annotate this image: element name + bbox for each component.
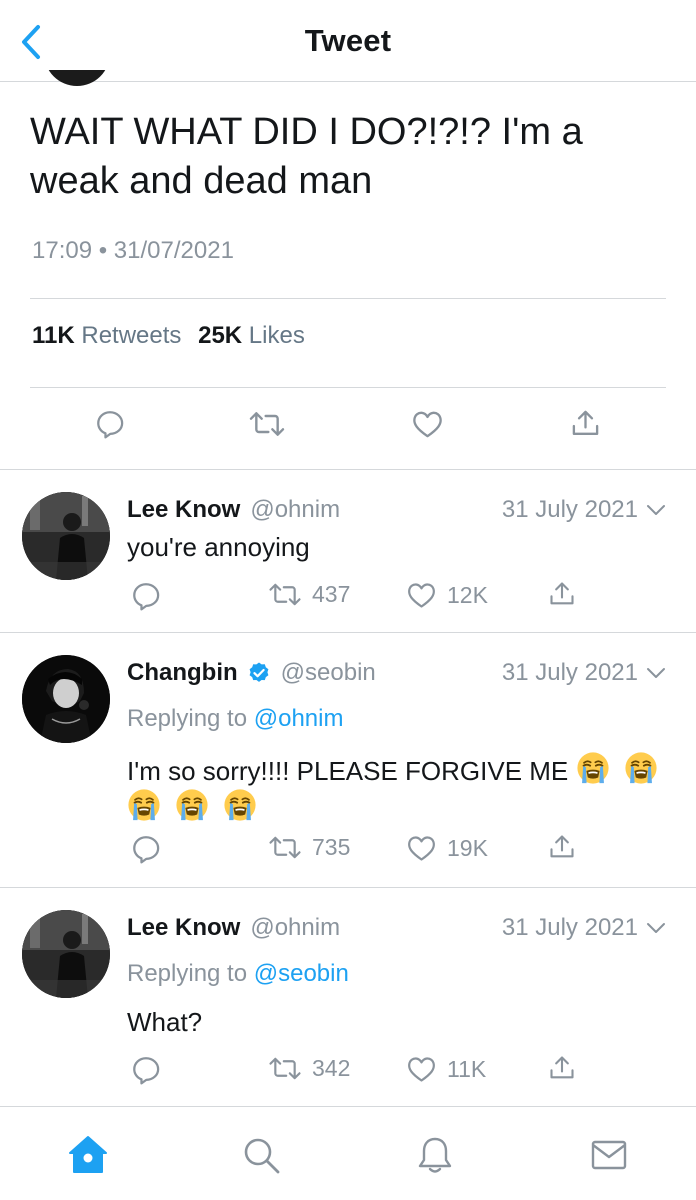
tab-search[interactable] [239,1133,283,1177]
retweets-stat[interactable]: 11K Retweets [32,322,181,349]
reply-text: you're annoying [127,532,310,562]
tab-messages[interactable] [587,1133,631,1177]
tweet-text: WAIT WHAT DID I DO?!?!? I'm a weak and d… [30,111,583,202]
loudly-crying-face-icon [175,788,209,822]
heart-icon [406,833,437,864]
share-icon [548,580,576,608]
reply-date: 31 July 2021 [502,496,666,524]
like-button[interactable]: 12K [406,580,488,611]
reply-tweet[interactable]: Lee Know @ohnim 31 July 2021 Replying to… [0,888,696,1106]
avatar-image [22,492,110,580]
chevron-down-icon[interactable] [646,922,666,934]
reply-button[interactable] [130,833,162,865]
tab-home[interactable] [66,1133,110,1177]
search-icon [244,1138,280,1174]
like-button[interactable]: 11K [406,1054,486,1085]
avatar[interactable] [22,492,110,580]
reply-button[interactable] [94,408,126,440]
retweet-icon [248,408,286,440]
share-icon [548,833,576,861]
mention-link[interactable]: @ohnim [254,705,344,732]
share-button[interactable] [548,1054,576,1082]
reply-author[interactable]: Changbin @seobin [127,659,376,687]
retweet-button[interactable]: 437 [268,580,350,609]
reply-button[interactable] [130,580,162,612]
verified-badge-icon [249,662,269,682]
reply-icon [130,1054,162,1086]
avatar-image [22,655,110,743]
loudly-crying-face-icon [223,788,257,822]
loudly-crying-face-icon [576,751,610,785]
reply-icon [130,580,162,612]
retweet-button[interactable] [248,408,286,440]
like-button[interactable] [411,408,444,441]
tweet-action-bar [0,408,696,448]
avatar-image [22,910,110,998]
mention-link[interactable]: @seobin [254,960,349,987]
chevron-down-icon[interactable] [646,667,666,679]
replying-to-label: Replying to @ohnim [127,705,344,732]
bell-icon [418,1137,452,1173]
chevron-down-icon[interactable] [646,504,666,516]
reply-icon [130,833,162,865]
reply-action-bar: 735 19K [0,833,696,873]
reply-button[interactable] [130,1054,162,1086]
reply-date: 31 July 2021 [502,659,666,687]
share-button[interactable] [570,408,601,439]
avatar[interactable] [22,910,110,998]
reply-author[interactable]: Lee Know @ohnim [127,496,340,524]
reply-author[interactable]: Lee Know @ohnim [127,914,340,942]
retweet-icon [268,1054,302,1083]
divider [30,298,666,299]
avatar[interactable] [22,655,110,743]
share-icon [548,1054,576,1082]
mail-icon [591,1140,627,1170]
reply-text: What? [127,1007,203,1037]
like-button[interactable]: 19K [406,833,488,864]
reply-text: I'm so sorry!!!! PLEASE FORGIVE ME [127,751,672,825]
retweet-button[interactable]: 342 [268,1054,350,1083]
share-icon [570,408,601,439]
reply-icon [94,408,126,440]
reply-action-bar: 437 12K [0,580,696,620]
tweet-timestamp: 17:09 • 31/07/2021 [32,237,234,264]
reply-tweet[interactable]: Lee Know @ohnim 31 July 2021 you're anno… [0,470,696,632]
reply-tweet[interactable]: Changbin @seobin 31 July 2021 Replying t… [0,633,696,887]
page-title: Tweet [304,23,392,58]
tab-notifications[interactable] [413,1133,457,1177]
reply-action-bar: 342 11K [0,1054,696,1094]
loudly-crying-face-icon [127,788,161,822]
reply-date: 31 July 2021 [502,914,666,942]
author-avatar[interactable] [44,70,110,90]
replying-to-label: Replying to @seobin [127,960,349,987]
bottom-tab-bar [0,1106,696,1200]
share-button[interactable] [548,580,576,608]
share-button[interactable] [548,833,576,861]
retweet-button[interactable]: 735 [268,833,350,862]
divider [30,387,666,388]
loudly-crying-face-icon [624,751,658,785]
heart-icon [411,408,444,441]
retweet-icon [268,580,302,609]
tweet-stats: 11K Retweets 25K Likes [32,322,315,350]
home-icon [69,1136,107,1173]
retweet-icon [268,833,302,862]
heart-icon [406,1054,437,1085]
heart-icon [406,580,437,611]
likes-stat[interactable]: 25K Likes [198,322,305,349]
